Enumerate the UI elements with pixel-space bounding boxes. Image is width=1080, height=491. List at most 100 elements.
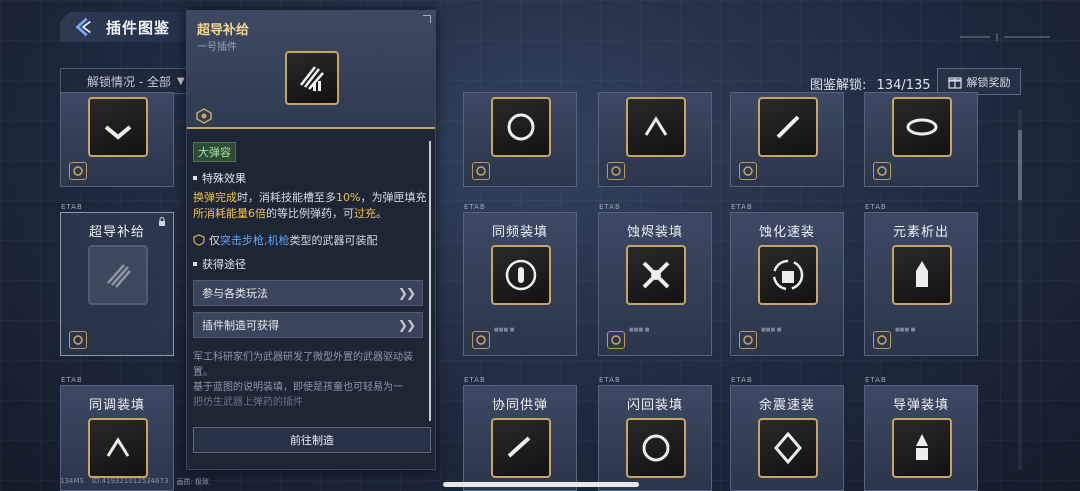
unlock-progress: 图鉴解锁: 134/135 — [810, 74, 931, 93]
plugin-card-2-2[interactable]: ETAB 蚀烬装填 ■■■ ■ — [598, 203, 712, 356]
plugin-icon — [758, 418, 818, 478]
card-tag: ETAB — [865, 376, 887, 384]
rank-badge-icon — [739, 331, 757, 349]
card-tag: ETAB — [464, 376, 486, 384]
rank-badge-icon — [472, 331, 490, 349]
plugin-card-top-3[interactable] — [598, 92, 712, 187]
plugin-icon — [491, 97, 551, 157]
goto-crafting-button[interactable]: 前往制造 — [193, 427, 431, 453]
effect-text: ，为弹匣填充 — [360, 191, 427, 204]
plugin-card-2-1[interactable]: ETAB 同频装填 ■■■ ■ — [463, 203, 577, 356]
card-name: 同调装填 — [88, 398, 145, 413]
lore-line: 军工科研家们为武器研发了微型外置的武器驱动装置。 — [193, 352, 413, 378]
plugin-card-2-3[interactable]: ETAB 蚀化速装 ■■■ ■ — [730, 203, 844, 356]
home-indicator[interactable] — [443, 482, 639, 487]
unlock-count: 134/135 — [876, 78, 931, 93]
plugin-card-top-1[interactable] — [60, 92, 174, 187]
chevron-down-icon: ▼ — [176, 75, 185, 87]
effect-text: 时，消耗技能槽至多 — [237, 191, 336, 204]
popup-body: 大弹容 特殊效果 换弹完成时，消耗技能槽至多10%，为弹匣填充所消耗能量6倍的等… — [193, 141, 429, 410]
plugin-tag: 大弹容 — [193, 142, 236, 162]
plugin-icon — [892, 245, 952, 305]
route-label: 参与各类玩法 — [202, 287, 268, 300]
card-tag: ETAB — [61, 376, 83, 384]
page-title: 插件图鉴 — [106, 18, 171, 37]
effect-text: 。 — [376, 207, 387, 220]
latency: 134MS — [60, 477, 84, 485]
unlock-label: 图鉴解锁: — [810, 78, 867, 93]
rank-badge-icon — [607, 331, 625, 349]
plugin-card-top-4[interactable] — [730, 92, 844, 187]
card-name: 余震速装 — [758, 398, 815, 413]
popup-scrollbar[interactable] — [429, 141, 431, 421]
back-button[interactable]: 插件图鉴 — [60, 12, 200, 42]
grid-scrollbar[interactable] — [1018, 110, 1022, 470]
effect-highlight: 过充 — [354, 207, 376, 220]
rank-badge-icon — [472, 162, 490, 180]
plugin-card-3-3[interactable]: ETAB 余震速装 — [730, 376, 844, 491]
plugin-card-top-5[interactable] — [864, 92, 978, 187]
back-arrow-icon — [75, 17, 91, 37]
effect-highlight: 换弹完成 — [193, 191, 237, 204]
effect-highlight: 所消耗能量6倍 — [193, 207, 266, 220]
card-tag: ETAB — [731, 376, 753, 384]
popup-subtitle: 一号插件 — [197, 42, 237, 53]
plugin-card-3-1[interactable]: ETAB 协同供弹 — [463, 376, 577, 491]
popup-header: 超导补给 一号插件 — [187, 11, 435, 129]
effect-description: 换弹完成时，消耗技能槽至多10%，为弹匣填充所消耗能量6倍的等比例弹药，可过充。 — [193, 190, 429, 222]
card-tag: ETAB — [599, 203, 621, 211]
card-name: 协同供弹 — [491, 398, 548, 413]
route-gameplay-button[interactable]: 参与各类玩法 ❯❯ — [193, 280, 423, 306]
scroll-thumb[interactable] — [1018, 130, 1022, 200]
plugin-icon — [88, 418, 148, 478]
plugin-card-superconduct-supply[interactable]: ETAB 超导补给 — [60, 203, 174, 356]
plugin-icon — [892, 97, 952, 157]
plugin-card-3-2[interactable]: ETAB 闪回装填 — [598, 376, 712, 491]
card-name: 闪回装填 — [626, 398, 683, 413]
gift-icon — [947, 76, 962, 89]
plugin-icon — [758, 245, 818, 305]
card-name: 蚀烬装填 — [626, 225, 683, 240]
card-tag: ETAB — [464, 203, 486, 211]
rank-badge-icon — [196, 108, 212, 124]
plugin-icon — [758, 97, 818, 157]
effect-highlight: 10% — [336, 191, 361, 204]
filter-label: 解锁情况 - 全部 — [87, 74, 171, 89]
plugin-icon — [626, 97, 686, 157]
lock-icon — [159, 217, 165, 226]
card-name: 元素析出 — [892, 225, 949, 240]
unlock-filter-dropdown[interactable]: 解锁情况 - 全部 ▼ — [60, 68, 190, 94]
rank-badge-icon — [873, 331, 891, 349]
card-code: ■■■ ■ — [494, 327, 515, 333]
double-chevron-right-icon: ❯❯ — [397, 286, 416, 300]
card-tag: ETAB — [599, 376, 621, 384]
special-effect-heading: 特殊效果 — [193, 170, 429, 186]
card-code: ■■■ ■ — [761, 327, 782, 333]
acquire-heading: 获得途径 — [193, 256, 429, 272]
rank-badge-icon — [739, 162, 757, 180]
plugin-icon — [626, 418, 686, 478]
plugin-card-3-4[interactable]: ETAB 导弹装填 — [864, 376, 978, 491]
rank-badge-icon — [873, 162, 891, 180]
weapon-restriction: 仅突击步枪,机枪 类型的武器可装配 — [193, 232, 429, 248]
reward-label: 解锁奖励 — [966, 75, 1011, 89]
rank-badge-icon — [69, 162, 87, 180]
route-label: 插件制造可获得 — [202, 319, 279, 332]
card-tag: ETAB — [61, 203, 83, 211]
effect-text: 的等比例弹药，可 — [266, 207, 354, 220]
route-crafting-button[interactable]: 插件制造可获得 ❯❯ — [193, 312, 423, 338]
rank-badge-icon — [607, 162, 625, 180]
plugin-icon — [491, 418, 551, 478]
plugin-card-2-4[interactable]: ETAB 元素析出 ■■■ ■ — [864, 203, 978, 356]
double-chevron-right-icon: ❯❯ — [397, 318, 416, 332]
card-tag: ETAB — [865, 203, 887, 211]
plugin-card-top-2[interactable] — [463, 92, 577, 187]
card-name: 蚀化速装 — [758, 225, 815, 240]
plugin-detail-panel: 超导补给 一号插件 大弹容 特殊效果 换弹完成时，消耗技能槽至多10%，为弹匣填… — [186, 10, 436, 470]
unlock-reward-button[interactable]: 解锁奖励 — [937, 68, 1021, 95]
card-name: 导弹装填 — [892, 398, 949, 413]
plugin-card-3-0[interactable]: ETAB 同调装填 — [60, 376, 174, 491]
plugin-icon — [892, 418, 952, 478]
weapon-prefix: 仅 — [209, 234, 220, 247]
player-id: ID:4193210125346​73 — [91, 477, 169, 485]
